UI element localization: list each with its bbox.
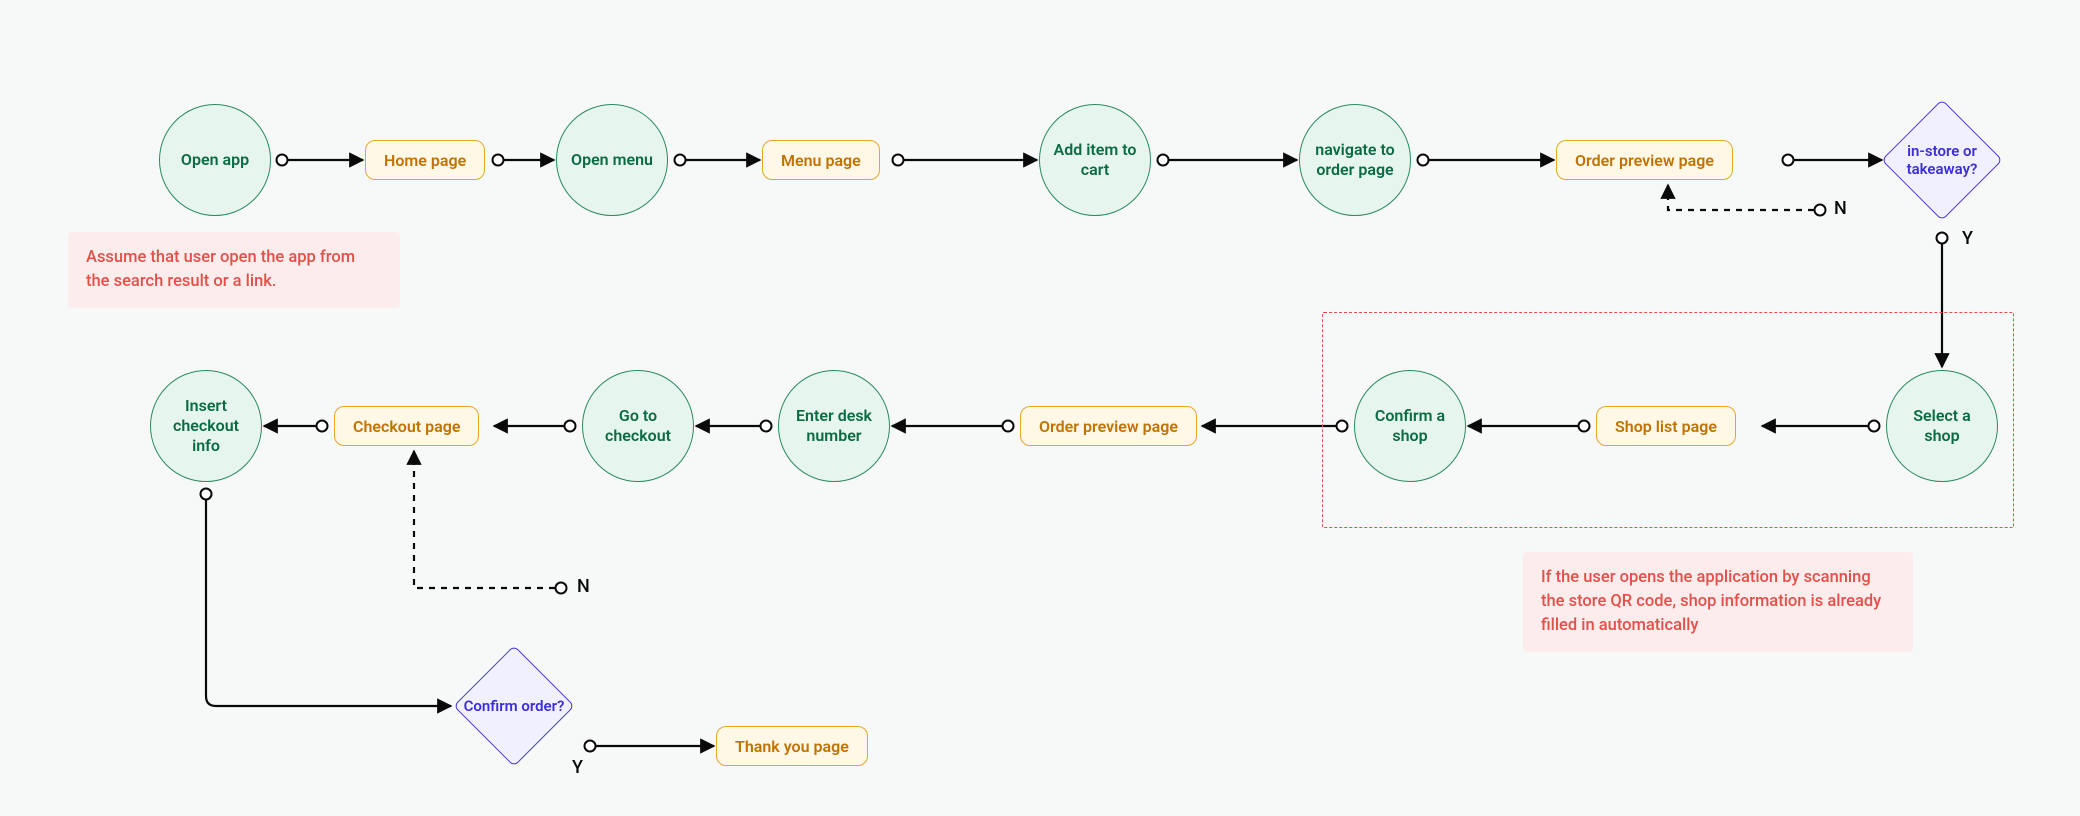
process-enter-desk: Enter desk number (778, 370, 890, 482)
label: Open app (181, 150, 249, 170)
branch-label-y-2: Y (572, 757, 583, 778)
process-go-to-checkout: Go to checkout (582, 370, 694, 482)
note-open-app: Assume that user open the app from the s… (68, 232, 400, 308)
process-open-menu: Open menu (556, 104, 668, 216)
page-thank-you: Thank you page (716, 726, 868, 766)
label: Checkout page (353, 417, 460, 436)
label: Thank you page (735, 737, 849, 756)
text: Assume that user open the app from the s… (86, 248, 355, 291)
text: If the user opens the application by sca… (1541, 568, 1881, 635)
branch-label-n-2: N (577, 576, 590, 597)
branch-label-y: Y (1962, 228, 1973, 249)
process-add-item: Add item to cart (1039, 104, 1151, 216)
flow-canvas: Open app Home page Open menu Menu page A… (0, 0, 2080, 816)
page-menu: Menu page (762, 140, 880, 180)
label: Home page (384, 151, 466, 170)
label: Open menu (571, 150, 653, 170)
process-navigate-order: navigate to order page (1299, 104, 1411, 216)
decision-confirm-order: Confirm order? (454, 646, 574, 766)
branch-label-n: N (1834, 198, 1847, 219)
label: Add item to cart (1048, 140, 1142, 180)
label: Insert checkout info (159, 396, 253, 456)
label: Order preview page (1575, 151, 1714, 170)
process-open-app: Open app (159, 104, 271, 216)
process-insert-checkout-info: Insert checkout info (150, 370, 262, 482)
label: Menu page (781, 151, 861, 170)
page-order-preview-2: Order preview page (1020, 406, 1197, 446)
page-home: Home page (365, 140, 485, 180)
label: in-store or takeaway? (1882, 100, 2002, 220)
group-shop-selection (1322, 312, 2014, 528)
decision-in-store-takeaway: in-store or takeaway? (1882, 100, 2002, 220)
label: Go to checkout (591, 406, 685, 446)
label: Enter desk number (787, 406, 881, 446)
note-qr-code: If the user opens the application by sca… (1523, 552, 1913, 652)
label: navigate to order page (1308, 140, 1402, 180)
page-checkout: Checkout page (334, 406, 479, 446)
label: Confirm order? (454, 646, 574, 766)
label: Order preview page (1039, 417, 1178, 436)
page-order-preview-1: Order preview page (1556, 140, 1733, 180)
